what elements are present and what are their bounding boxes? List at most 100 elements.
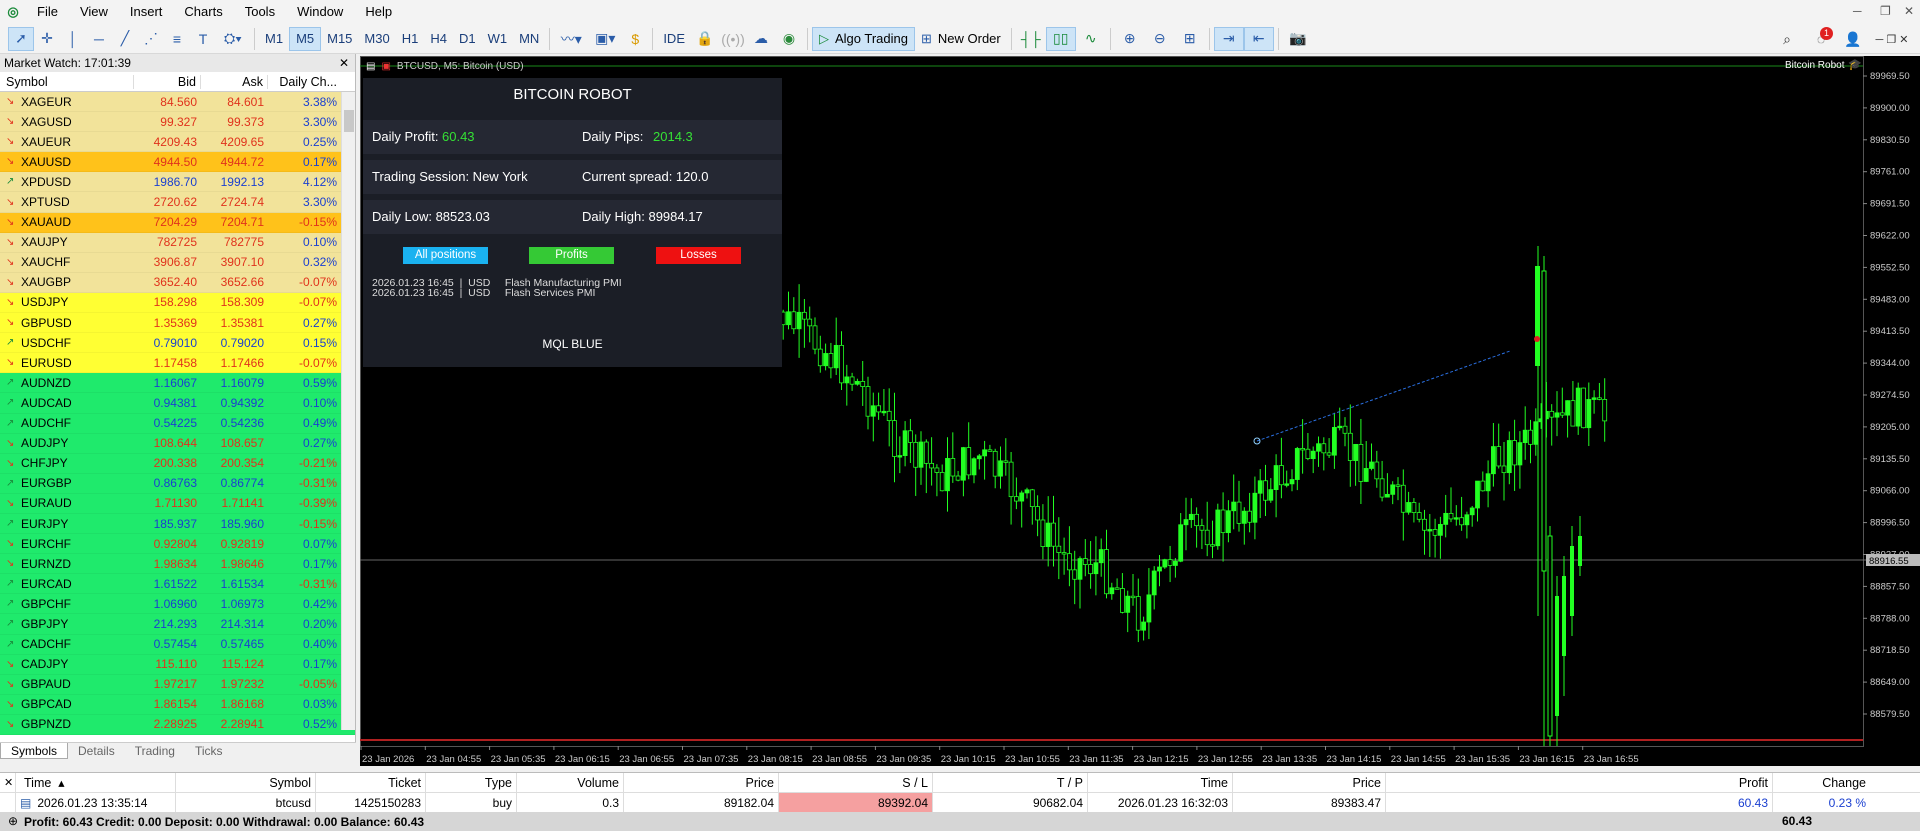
chart-type-icon[interactable]: 〰▾ <box>554 27 588 51</box>
timeframe-h4[interactable]: H4 <box>424 27 453 51</box>
tile-windows-icon[interactable]: ⊞ <box>1175 27 1205 51</box>
market-watch-row[interactable]: ↗ EURCAD 1.61522 1.61534 -0.31% <box>0 574 355 595</box>
line-chart-icon[interactable]: ∿ <box>1076 27 1106 51</box>
timeframe-d1[interactable]: D1 <box>453 27 482 51</box>
column-price2[interactable]: Price <box>1233 773 1386 792</box>
market-watch-row[interactable]: ↘ GBPNZD 2.28925 2.28941 0.52% <box>0 714 355 735</box>
market-watch-row[interactable]: ↘ XAUUSD 4944.50 4944.72 0.17% <box>0 152 355 173</box>
column-daily-change[interactable]: Daily Ch... <box>268 75 341 89</box>
losses-button[interactable]: Losses <box>656 247 741 264</box>
market-watch-scrollbar[interactable] <box>341 92 355 730</box>
chart-shift-icon[interactable]: ⇤ <box>1243 26 1274 51</box>
crosshair-icon[interactable]: ✛ <box>34 27 60 51</box>
screenshot-icon[interactable]: 📷 <box>1283 27 1313 51</box>
menu-file[interactable]: File <box>26 0 69 24</box>
column-ask[interactable]: Ask <box>201 74 268 89</box>
restore-icon[interactable]: ❐ <box>1880 4 1891 18</box>
trendline-icon[interactable]: ╱ <box>112 27 138 51</box>
market-watch-row[interactable]: ↘ EURNZD 1.98634 1.98646 0.17% <box>0 554 355 575</box>
column-volume[interactable]: Volume <box>517 773 624 792</box>
market-watch-row[interactable]: ↘ GBPUSD 1.35369 1.35381 0.27% <box>0 313 355 334</box>
vps-icon[interactable]: ◉ <box>775 27 803 51</box>
market-watch-row[interactable]: ↗ GBPCHF 1.06960 1.06973 0.42% <box>0 594 355 615</box>
market-watch-row[interactable]: ↗ AUDCAD 0.94381 0.94392 0.10% <box>0 393 355 414</box>
tab-symbols[interactable]: Symbols <box>0 743 69 759</box>
market-watch-row[interactable]: ↘ XAUJPY 782725 782775 0.10% <box>0 232 355 253</box>
column-bid[interactable]: Bid <box>134 74 201 89</box>
templates-icon[interactable]: ▣▾ <box>588 27 622 51</box>
channel-icon[interactable]: ⋰ <box>138 27 164 51</box>
market-watch-row[interactable]: ↗ GBPJPY 214.293 214.314 0.20% <box>0 614 355 635</box>
profits-button[interactable]: Profits <box>529 247 614 264</box>
market-watch-row[interactable]: ↘ GBPAUD 1.97217 1.97232 -0.05% <box>0 674 355 695</box>
scrollbar-thumb[interactable] <box>344 110 354 132</box>
position-row[interactable]: ▤ 2026.01.23 13:35:14 btcusd 1425150283 b… <box>0 793 1920 812</box>
market-icon[interactable]: $ <box>622 27 648 51</box>
timeframe-m1[interactable]: M1 <box>259 27 289 51</box>
menu-window[interactable]: Window <box>286 0 354 24</box>
menu-help[interactable]: Help <box>354 0 403 24</box>
market-watch-row[interactable]: ↗ XPDUSD 1986.70 1992.13 4.12% <box>0 172 355 193</box>
menu-charts[interactable]: Charts <box>173 0 233 24</box>
new-order-button[interactable]: ⊞ New Order <box>915 27 1007 51</box>
text-tool-icon[interactable]: T <box>190 27 216 51</box>
search-icon[interactable]: ⌕ <box>1774 27 1800 51</box>
cloud-icon[interactable]: ☁ <box>747 27 775 51</box>
cell-sl[interactable]: 89392.04 <box>779 793 933 812</box>
market-watch-row[interactable]: ↘ EURUSD 1.17458 1.17466 -0.07% <box>0 353 355 374</box>
market-watch-row[interactable]: ↘ XAGEUR 84.560 84.601 3.38% <box>0 92 355 113</box>
lock-icon[interactable]: 🔒 <box>691 27 719 51</box>
column-price[interactable]: Price <box>624 773 779 792</box>
market-watch-row[interactable]: ↘ XAUEUR 4209.43 4209.65 0.25% <box>0 132 355 153</box>
column-tp[interactable]: T / P <box>933 773 1088 792</box>
market-watch-row[interactable]: ↘ XAUAUD 7204.29 7204.71 -0.15% <box>0 212 355 233</box>
shapes-dropdown-icon[interactable]: ⛭▾ <box>216 27 250 51</box>
column-symbol[interactable]: Symbol <box>0 74 134 89</box>
market-watch-row[interactable]: ↘ XAUGBP 3652.40 3652.66 -0.07% <box>0 272 355 293</box>
market-watch-row[interactable]: ↘ EURAUD 1.71130 1.71141 -0.39% <box>0 493 355 514</box>
column-sl[interactable]: S / L <box>779 773 933 792</box>
cursor-icon[interactable]: ➚ <box>8 26 34 51</box>
timeframe-m30[interactable]: M30 <box>358 27 395 51</box>
market-watch-row[interactable]: ↗ USDCHF 0.79010 0.79020 0.15% <box>0 333 355 354</box>
horizontal-line-icon[interactable]: ─ <box>86 27 112 51</box>
all-positions-button[interactable]: All positions <box>403 247 488 264</box>
market-watch-row[interactable]: ↗ AUDNZD 1.16067 1.16079 0.59% <box>0 373 355 394</box>
column-time2[interactable]: Time <box>1088 773 1233 792</box>
window-controls-icon[interactable]: ─ ❐ ✕ <box>1872 27 1912 51</box>
market-watch-row[interactable]: ↘ XAUCHF 3906.87 3907.10 0.32% <box>0 252 355 273</box>
vertical-line-icon[interactable]: │ <box>60 27 86 51</box>
market-watch-row[interactable]: ↘ EURCHF 0.92804 0.92819 0.07% <box>0 534 355 555</box>
menu-tools[interactable]: Tools <box>234 0 286 24</box>
column-ticket[interactable]: Ticket <box>316 773 426 792</box>
bar-chart-icon[interactable]: ┤├ <box>1016 27 1046 51</box>
tab-trading[interactable]: Trading <box>125 743 185 759</box>
market-watch-row[interactable]: ↗ EURJPY 185.937 185.960 -0.15% <box>0 513 355 535</box>
market-watch-row[interactable]: ↘ XAGUSD 99.327 99.373 3.30% <box>0 112 355 133</box>
settings-hat-icon[interactable]: 🎓 <box>1848 58 1862 71</box>
market-watch-row[interactable]: ↘ USDJPY 158.298 158.309 -0.07% <box>0 292 355 314</box>
zoom-in-icon[interactable]: ⊕ <box>1115 27 1145 51</box>
menu-view[interactable]: View <box>69 0 119 24</box>
signal-icon[interactable]: ((•)) <box>719 27 747 51</box>
timeframe-w1[interactable]: W1 <box>482 27 514 51</box>
column-symbol[interactable]: Symbol <box>176 773 316 792</box>
tab-ticks[interactable]: Ticks <box>185 743 233 759</box>
timeframe-m15[interactable]: M15 <box>321 27 358 51</box>
close-icon[interactable]: ✕ <box>1904 4 1914 18</box>
market-watch-row[interactable]: ↗ CADCHF 0.57454 0.57465 0.40% <box>0 634 355 655</box>
column-time[interactable]: Time ▴ <box>16 773 176 792</box>
menu-insert[interactable]: Insert <box>119 0 174 24</box>
timeframe-m5[interactable]: M5 <box>289 26 322 51</box>
ide-button[interactable]: IDE <box>657 27 691 51</box>
market-watch-row[interactable]: ↗ EURGBP 0.86763 0.86774 -0.31% <box>0 473 355 494</box>
timeframe-mn[interactable]: MN <box>513 27 545 51</box>
close-icon[interactable]: ✕ <box>0 773 16 792</box>
account-icon[interactable]: 👤 <box>1840 27 1866 51</box>
fibonacci-icon[interactable]: ≡ <box>164 27 190 51</box>
algo-trading-button[interactable]: ▷ Algo Trading <box>811 26 915 51</box>
market-watch-row[interactable]: ↘ AUDJPY 108.644 108.657 0.27% <box>0 433 355 454</box>
timeframe-h1[interactable]: H1 <box>396 27 425 51</box>
autoscroll-icon[interactable]: ⇥ <box>1213 26 1244 51</box>
market-watch-row[interactable]: ↘ CADJPY 115.110 115.124 0.17% <box>0 654 355 675</box>
